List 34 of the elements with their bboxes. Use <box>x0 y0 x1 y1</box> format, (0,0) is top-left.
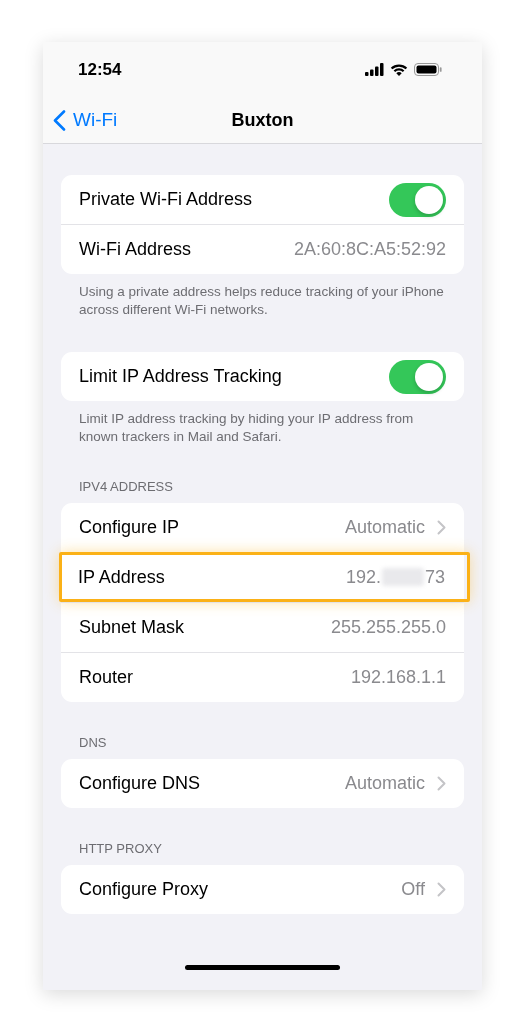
settings-row: Router 192.168.1.1 <box>61 652 464 702</box>
back-button[interactable]: Wi-Fi <box>53 109 118 131</box>
row-value: 192.168.1.1 <box>350 667 446 688</box>
row-value: 192. <box>345 566 381 588</box>
chevron-left-icon <box>53 109 66 131</box>
wifi-icon <box>390 63 408 76</box>
section-header: IPV4 ADDRESS <box>78 479 174 496</box>
section-header: DNS <box>78 735 108 752</box>
screen-title: Buxton <box>231 109 294 131</box>
section-footer: Using a private address helps reduce tracking of your iPhone across different Wi-Fi networks. <box>61 274 464 319</box>
row-value: 73 <box>424 566 445 588</box>
settings-row[interactable]: Configure IP Automatic <box>61 503 464 552</box>
settings-row: Subnet Mask 255.255.255.0 <box>61 602 464 652</box>
row-value: Automatic <box>344 517 425 538</box>
row-value: 2A:60:8C:A5:52:92 <box>293 239 446 260</box>
signal-icon <box>365 63 384 76</box>
chevron-right-icon <box>437 520 446 535</box>
toggle-switch[interactable] <box>389 182 446 217</box>
row-value: Off <box>401 879 425 900</box>
section-header: HTTP PROXY <box>78 841 163 858</box>
chevron-right-icon <box>437 882 446 897</box>
row-value: 255.255.255.0 <box>330 617 446 638</box>
section-footer: Limit IP address tracking by hiding your IP address from known trackers in Mail and Safari. <box>61 401 464 446</box>
settings-row: IP Address 192. 73 <box>59 552 470 602</box>
battery-icon <box>414 63 442 76</box>
toggle-switch[interactable] <box>389 359 446 394</box>
row-value: Automatic <box>344 773 425 794</box>
settings-row[interactable]: Configure DNS Automatic <box>61 759 464 808</box>
settings-row: Wi-Fi Address 2A:60:8C:A5:52:92 <box>61 224 464 274</box>
chevron-right-icon <box>437 776 446 791</box>
status-time: 12:54 <box>78 59 122 80</box>
settings-row[interactable]: Configure Proxy Off <box>61 865 464 914</box>
settings-row: Private Wi-Fi Address <box>61 175 464 224</box>
settings-row: Limit IP Address Tracking <box>61 352 464 401</box>
